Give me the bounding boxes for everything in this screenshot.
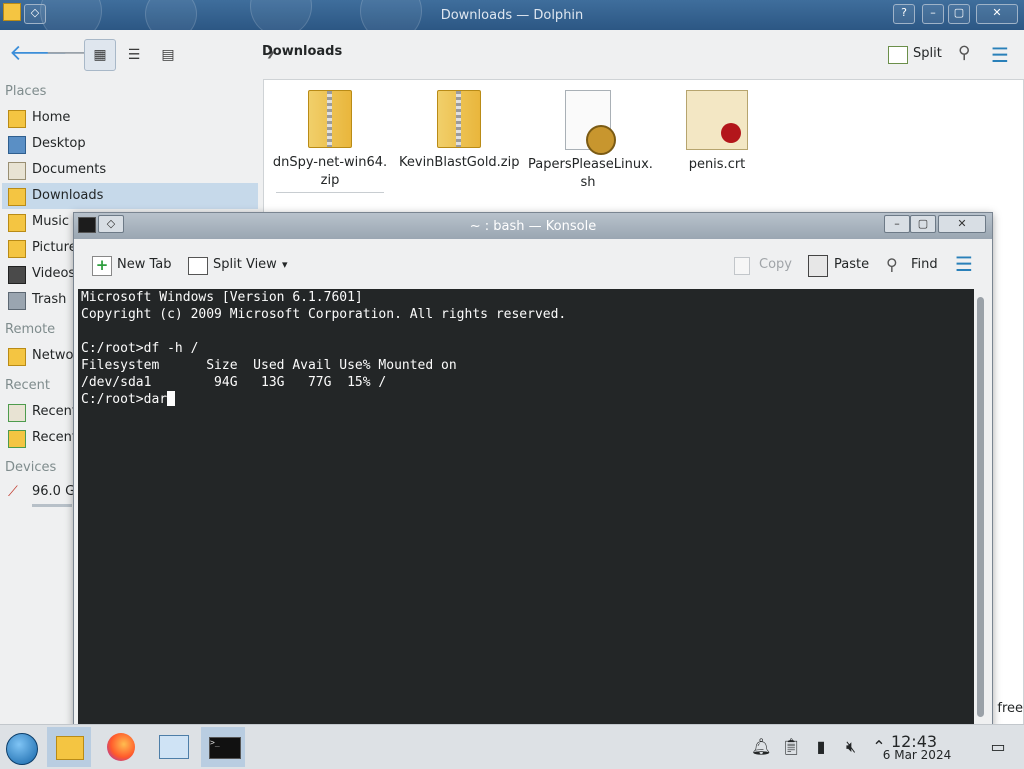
scrollbar-thumb[interactable] — [977, 297, 984, 717]
devices-heading: Devices — [5, 460, 57, 475]
sidebar-item-downloads[interactable]: Downloads — [2, 183, 258, 209]
text-cursor — [167, 391, 176, 406]
help-icon[interactable]: ? — [893, 4, 915, 24]
breadcrumb-downloads[interactable]: Downloads — [262, 44, 342, 59]
downloads-folder-icon — [8, 188, 26, 206]
window-title: Downloads — Dolphin — [440, 8, 584, 23]
file-item[interactable]: PapersPleaseLinux. sh — [528, 90, 653, 192]
trash-icon — [8, 292, 26, 310]
certificate-icon — [686, 90, 748, 150]
firefox-icon — [107, 733, 135, 761]
split-view-icon[interactable] — [888, 46, 908, 64]
chevron-down-icon[interactable]: ▾ — [282, 253, 288, 277]
taskbar-firefox[interactable] — [99, 727, 143, 767]
paste-button[interactable]: Paste — [834, 253, 869, 277]
dolphin-toolbar: 🡐 🡒 ▦ ☰ ▤ Split ⚲ ☰ — [0, 30, 1024, 78]
remote-heading: Remote — [5, 322, 56, 337]
sidebar-item-documents[interactable]: Documents — [2, 157, 258, 183]
start-menu-button[interactable] — [0, 727, 44, 767]
taskbar-konsole[interactable]: >_ — [201, 727, 245, 767]
file-name: KevinBlastGold.zip — [399, 155, 520, 170]
minimize-icon[interactable]: – — [884, 215, 910, 233]
videos-folder-icon — [8, 266, 26, 284]
terminal-area[interactable]: Microsoft Windows [Version 6.1.7601] Cop… — [78, 289, 974, 727]
split-view-button[interactable]: Split View — [213, 253, 277, 277]
volume-muted-icon[interactable]: 🔇︎ — [841, 737, 861, 757]
clock-date[interactable]: 6 Mar 2024 — [867, 748, 967, 762]
file-name: penis.crt — [688, 157, 746, 172]
file-underline — [276, 192, 384, 193]
minimize-icon[interactable]: – — [922, 4, 944, 24]
shell-script-icon — [565, 90, 616, 155]
forward-arrow-icon[interactable]: 🡒 — [44, 39, 104, 71]
copy-button[interactable]: Copy — [759, 253, 792, 277]
terminal-scrollbar[interactable] — [974, 289, 988, 727]
konsole-titlebar[interactable]: ◇ ~ : bash — Konsole – ▢ ✕ — [74, 213, 992, 239]
zip-archive-icon — [308, 90, 352, 148]
dolphin-titlebar[interactable]: ◇ Downloads — Dolphin ? – ▢ ✕ — [0, 0, 1024, 42]
split-button[interactable]: Split — [913, 46, 942, 61]
documents-folder-icon — [8, 162, 26, 180]
file-item[interactable]: dnSpy-net-win64. zip — [270, 90, 390, 193]
pictures-folder-icon — [8, 240, 26, 258]
konsole-toolbar: + New Tab Split View ▾ Copy Paste ⚲ Find… — [74, 239, 992, 289]
maximize-icon[interactable]: ▢ — [948, 4, 970, 24]
close-icon[interactable]: ✕ — [938, 215, 986, 233]
file-name: PapersPleaseLinux. sh — [528, 157, 653, 190]
terminal-line: Filesystem Size Used Avail Use% Mounted … — [81, 358, 457, 373]
hamburger-menu-icon[interactable]: ☰ — [955, 252, 973, 276]
clipboard-icon[interactable]: 📋︎ — [781, 737, 801, 757]
compact-view-icon[interactable]: ☰ — [118, 39, 150, 71]
sidebar-item-desktop[interactable]: Desktop — [2, 131, 258, 157]
start-menu-icon — [6, 733, 38, 765]
battery-icon[interactable]: ▮ — [811, 737, 831, 757]
konsole-terminal-icon: >_ — [209, 737, 241, 759]
taskbar-system-settings[interactable] — [151, 727, 195, 767]
zip-archive-icon — [437, 90, 481, 148]
recent-locations-icon — [8, 430, 26, 448]
details-view-icon[interactable]: ▤ — [152, 39, 184, 71]
file-name: dnSpy-net-win64. zip — [272, 155, 388, 188]
maximize-icon[interactable]: ▢ — [910, 215, 936, 233]
hard-drive-icon: ⟋ — [8, 484, 18, 500]
terminal-line: C:/root>df -h / — [81, 341, 199, 356]
konsole-window: ◇ ~ : bash — Konsole – ▢ ✕ + New Tab Spl… — [73, 212, 993, 728]
places-heading: Places — [5, 84, 47, 99]
copy-icon[interactable] — [734, 257, 750, 275]
terminal-line: /dev/sda1 94G 13G 77G 15% / — [81, 375, 387, 390]
back-arrow-icon[interactable]: 🡐 — [8, 39, 68, 71]
terminal-line: Copyright (c) 2009 Microsoft Corporation… — [81, 307, 567, 322]
close-icon[interactable]: ✕ — [976, 4, 1018, 24]
window-title: ~ : bash — Konsole — [469, 219, 597, 234]
split-view-icon[interactable] — [188, 257, 208, 275]
music-folder-icon — [8, 214, 26, 232]
network-folder-icon — [8, 348, 26, 366]
new-tab-button[interactable]: New Tab — [117, 253, 172, 277]
new-tab-icon[interactable]: + — [92, 256, 112, 276]
file-item[interactable]: penis.crt — [657, 90, 777, 174]
system-settings-icon — [159, 735, 189, 759]
icons-view-icon[interactable]: ▦ — [84, 39, 116, 71]
recent-files-icon — [8, 404, 26, 422]
recent-heading: Recent — [5, 378, 50, 393]
terminal-line: Microsoft Windows [Version 6.1.7601] — [81, 290, 363, 305]
search-icon[interactable]: ⚲ — [958, 43, 970, 63]
desktop-folder-icon — [8, 136, 26, 154]
hamburger-menu-icon[interactable]: ☰ — [991, 43, 1009, 67]
terminal-prompt: C:/root>dar — [81, 392, 168, 407]
home-folder-icon — [8, 110, 26, 128]
taskbar-dolphin[interactable] — [47, 727, 91, 767]
dolphin-file-manager-icon — [56, 736, 84, 760]
notifications-bell-icon[interactable]: 🔔︎ — [751, 737, 771, 757]
drive-usage-bar — [32, 504, 72, 507]
find-button[interactable]: Find — [911, 253, 938, 277]
taskbar: >_ 🔔︎ 📋︎ ▮ 🔇︎ ⌃ 12:43 6 Mar 2024 ▭ — [0, 724, 1024, 769]
paste-icon[interactable] — [808, 255, 828, 277]
sidebar-item-home[interactable]: Home — [2, 105, 258, 131]
terminal-output: Microsoft Windows [Version 6.1.7601] Cop… — [81, 289, 566, 408]
search-icon[interactable]: ⚲ — [886, 255, 898, 274]
show-desktop-icon[interactable]: ▭ — [988, 737, 1008, 757]
file-item[interactable]: KevinBlastGold.zip — [399, 90, 520, 172]
